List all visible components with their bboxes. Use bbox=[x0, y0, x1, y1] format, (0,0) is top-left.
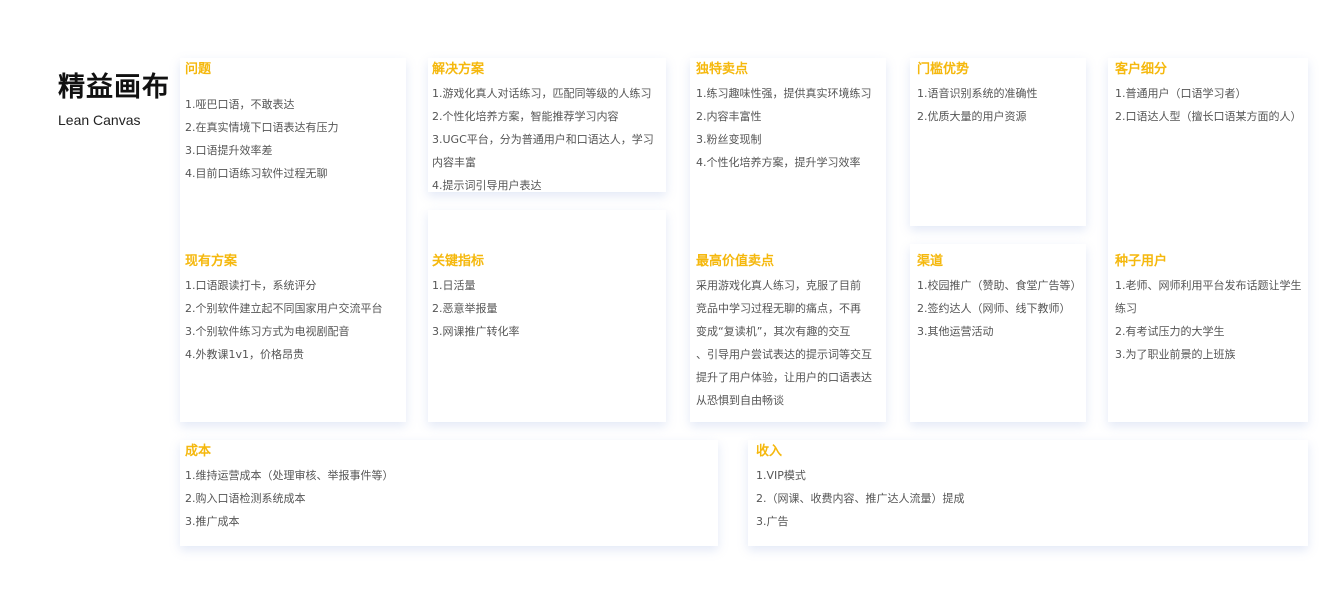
section-cost: 成本 1.维持运营成本（处理审核、举报事件等） 2.购入口语检测系统成本 3.推… bbox=[185, 443, 505, 533]
paragraph-line: 变成“复读机”，其次有趣的交互 bbox=[696, 325, 851, 338]
list-item: 3.口语提升效率差 bbox=[185, 144, 273, 157]
list-item: 2.（网课、收费内容、推广达人流量）提成 bbox=[756, 492, 965, 505]
list-item: 内容丰富 bbox=[432, 156, 476, 169]
list-item: 2.在真实情境下口语表达有压力 bbox=[185, 121, 339, 134]
list-item: 3.为了职业前景的上班族 bbox=[1115, 348, 1236, 361]
list-item: 3.网课推广转化率 bbox=[432, 325, 520, 338]
section-title: 解决方案 bbox=[432, 62, 485, 77]
section-problem: 问题 1.哑巴口语，不敢表达 2.在真实情境下口语表达有压力 3.口语提升效率差… bbox=[185, 61, 417, 185]
list-item: 2.购入口语检测系统成本 bbox=[185, 492, 306, 505]
page-subtitle: Lean Canvas bbox=[58, 112, 141, 128]
list-item: 4.提示词引导用户表达 bbox=[432, 179, 542, 192]
list-item: 2.个别软件建立起不同国家用户交流平台 bbox=[185, 302, 383, 315]
list-item: 3.UGC平台，分为普通用户和口语达人，学习 bbox=[432, 133, 654, 146]
section-list: 1.哑巴口语，不敢表达 2.在真实情境下口语表达有压力 3.口语提升效率差 4.… bbox=[185, 93, 417, 185]
section-title: 现有方案 bbox=[185, 254, 238, 269]
list-item: 1.VIP模式 bbox=[756, 469, 806, 482]
section-key-metrics: 关键指标 1.日活量 2.恶意举报量 3.网课推广转化率 bbox=[432, 253, 664, 343]
section-list: 1.维持运营成本（处理审核、举报事件等） 2.购入口语检测系统成本 3.推广成本 bbox=[185, 464, 505, 533]
section-paragraph: 采用游戏化真人练习，克服了目前 竞品中学习过程无聊的痛点，不再 变成“复读机”，… bbox=[696, 274, 884, 412]
section-title: 收入 bbox=[756, 444, 783, 459]
list-item: 练习 bbox=[1115, 302, 1137, 315]
section-title: 最高价值卖点 bbox=[696, 254, 775, 269]
list-item: 3.推广成本 bbox=[185, 515, 240, 528]
list-item: 4.个性化培养方案，提升学习效率 bbox=[696, 156, 861, 169]
list-item: 4.外教课1v1，价格昂贵 bbox=[185, 348, 305, 361]
paragraph-line: 、引导用户尝试表达的提示词等交互 bbox=[696, 348, 872, 361]
paragraph-line: 从恐惧到自由畅谈 bbox=[696, 394, 784, 407]
section-title: 客户细分 bbox=[1115, 62, 1168, 77]
section-title: 种子用户 bbox=[1115, 254, 1168, 269]
list-item: 1.哑巴口语，不敢表达 bbox=[185, 98, 295, 111]
list-item: 2.恶意举报量 bbox=[432, 302, 498, 315]
list-item: 1.维持运营成本（处理审核、举报事件等） bbox=[185, 469, 394, 482]
section-uvp: 独特卖点 1.练习趣味性强，提供真实环境练习 2.内容丰富性 3.粉丝变现制 4… bbox=[696, 61, 928, 174]
section-title: 问题 bbox=[185, 62, 212, 77]
section-title: 成本 bbox=[185, 444, 212, 459]
section-solution: 解决方案 1.游戏化真人对话练习，匹配同等级的人练习 2.个性化培养方案，智能推… bbox=[432, 61, 664, 197]
section-revenue: 收入 1.VIP模式 2.（网课、收费内容、推广达人流量）提成 3.广告 bbox=[756, 443, 1076, 533]
list-item: 1.游戏化真人对话练习，匹配同等级的人练习 bbox=[432, 87, 652, 100]
section-list: 1.日活量 2.恶意举报量 3.网课推广转化率 bbox=[432, 274, 664, 343]
list-item: 1.日活量 bbox=[432, 279, 476, 292]
section-title: 关键指标 bbox=[432, 254, 485, 269]
section-list: 1.游戏化真人对话练习，匹配同等级的人练习 2.个性化培养方案，智能推荐学习内容… bbox=[432, 82, 664, 197]
page-title: 精益画布 bbox=[58, 72, 170, 103]
section-title: 独特卖点 bbox=[696, 62, 749, 77]
list-item: 3.广告 bbox=[756, 515, 789, 528]
paragraph-line: 竞品中学习过程无聊的痛点，不再 bbox=[696, 302, 861, 315]
list-item: 1.老师、网师利用平台发布话题让学生 bbox=[1115, 279, 1302, 292]
list-item: 3.粉丝变现制 bbox=[696, 133, 762, 146]
section-list: 1.口语跟读打卡，系统评分 2.个别软件建立起不同国家用户交流平台 3.个别软件… bbox=[185, 274, 417, 366]
paragraph-line: 采用游戏化真人练习，克服了目前 bbox=[696, 279, 861, 292]
section-existing-alternatives: 现有方案 1.口语跟读打卡，系统评分 2.个别软件建立起不同国家用户交流平台 3… bbox=[185, 253, 417, 366]
list-item: 1.普通用户（口语学习者） bbox=[1115, 87, 1247, 100]
section-customer-segments: 客户细分 1.普通用户（口语学习者） 2.口语达人型（擅长口语某方面的人） bbox=[1115, 61, 1324, 128]
section-early-adopters: 种子用户 1.老师、网师利用平台发布话题让学生 练习 2.有考试压力的大学生 3… bbox=[1115, 253, 1324, 366]
list-item: 1.口语跟读打卡，系统评分 bbox=[185, 279, 317, 292]
list-item: 4.目前口语练习软件过程无聊 bbox=[185, 167, 328, 180]
canvas-header: 精益画布 Lean Canvas bbox=[58, 70, 170, 128]
list-item: 1.练习趣味性强，提供真实环境练习 bbox=[696, 87, 872, 100]
paragraph-line: 提升了用户体验，让用户的口语表达 bbox=[696, 371, 872, 384]
section-high-level-concept: 最高价值卖点 采用游戏化真人练习，克服了目前 竞品中学习过程无聊的痛点，不再 变… bbox=[696, 253, 928, 412]
section-list: 1.练习趣味性强，提供真实环境练习 2.内容丰富性 3.粉丝变现制 4.个性化培… bbox=[696, 82, 928, 174]
list-item: 2.有考试压力的大学生 bbox=[1115, 325, 1225, 338]
list-item: 2.口语达人型（擅长口语某方面的人） bbox=[1115, 110, 1302, 123]
section-list: 1.VIP模式 2.（网课、收费内容、推广达人流量）提成 3.广告 bbox=[756, 464, 1076, 533]
list-item: 2.个性化培养方案，智能推荐学习内容 bbox=[432, 110, 619, 123]
list-item: 2.内容丰富性 bbox=[696, 110, 762, 123]
list-item: 3.个别软件练习方式为电视剧配音 bbox=[185, 325, 350, 338]
section-list: 1.老师、网师利用平台发布话题让学生 练习 2.有考试压力的大学生 3.为了职业… bbox=[1115, 274, 1324, 366]
section-list: 1.普通用户（口语学习者） 2.口语达人型（擅长口语某方面的人） bbox=[1115, 82, 1324, 128]
